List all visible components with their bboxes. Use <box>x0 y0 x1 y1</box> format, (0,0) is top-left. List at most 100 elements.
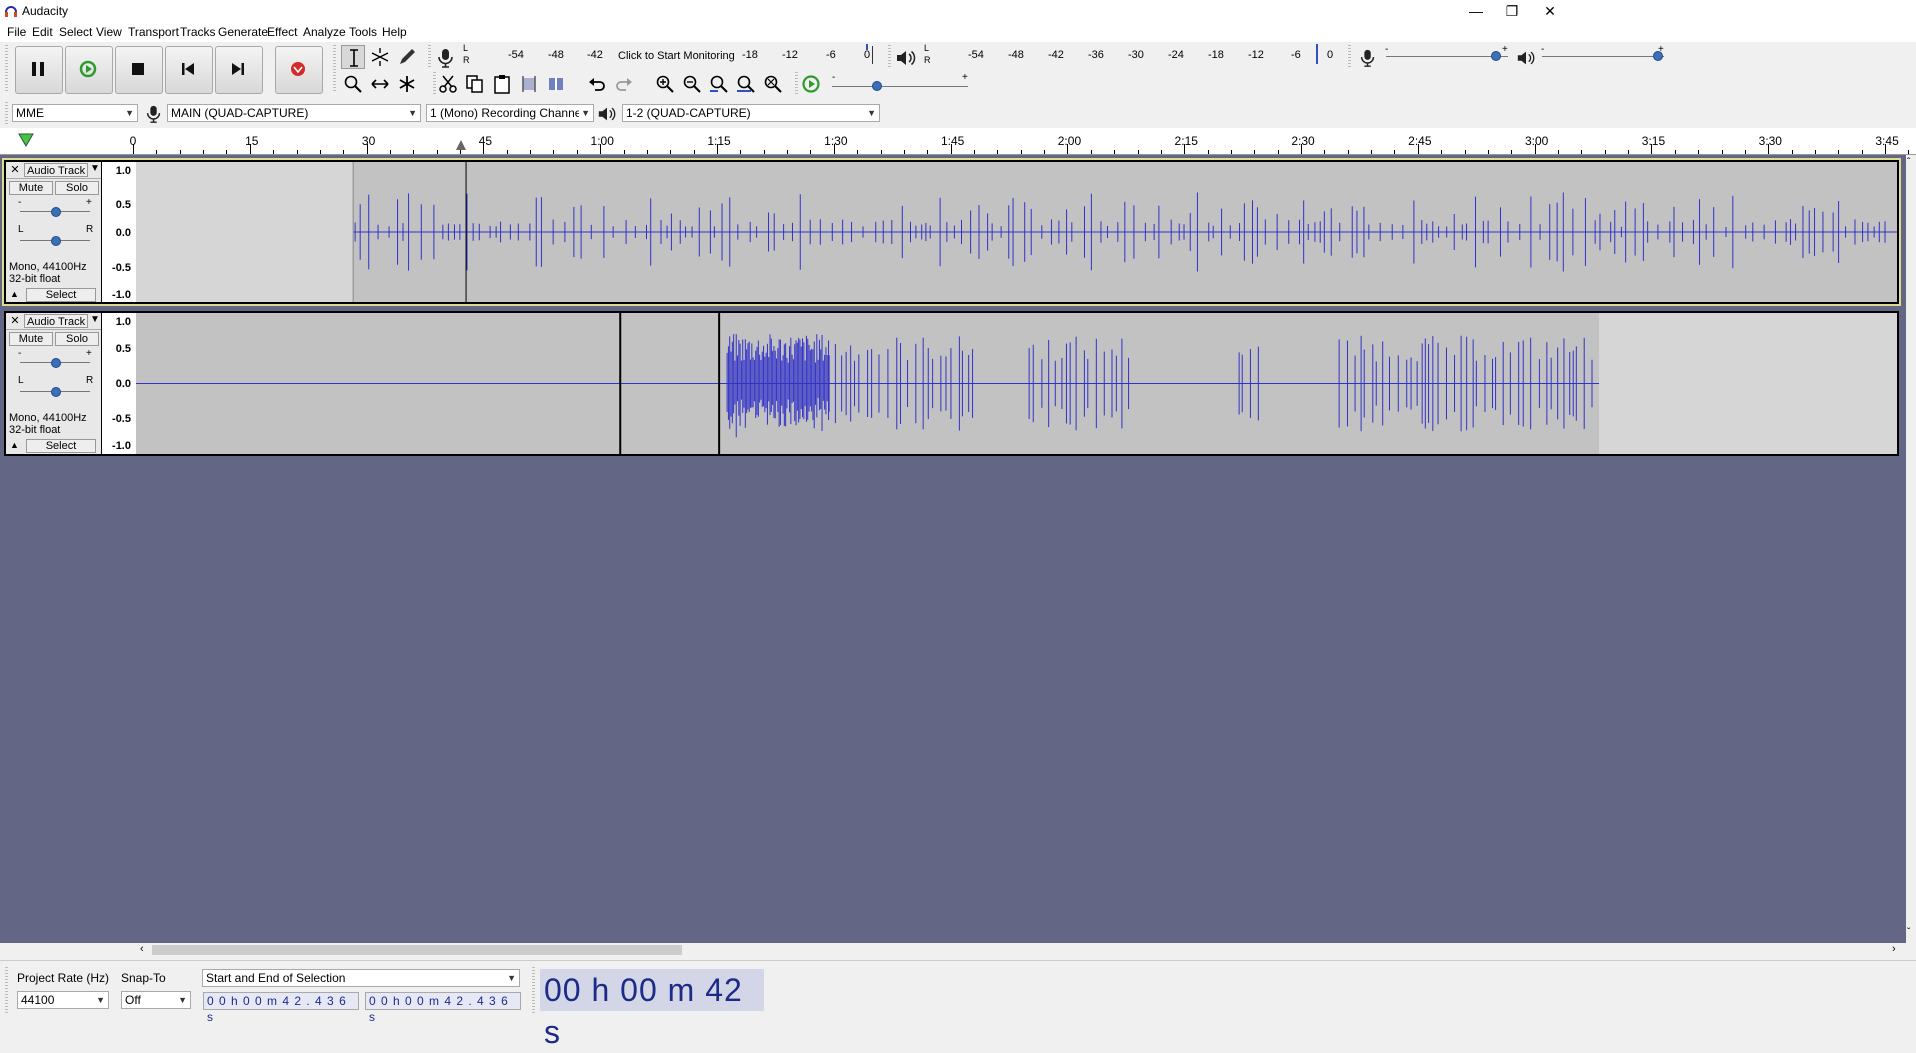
slider-thumb[interactable] <box>1652 51 1663 61</box>
close-window-button[interactable]: ✕ <box>1528 0 1572 22</box>
menu-generate[interactable]: Generate <box>218 25 268 39</box>
recording-device-select[interactable]: MAIN (QUAD-CAPTURE) ▼ <box>167 104 421 122</box>
toolbar-grip[interactable] <box>888 45 891 67</box>
copy-button[interactable] <box>463 72 487 96</box>
recording-channels-select[interactable]: 1 (Mono) Recording Channels ▼ <box>426 104 594 122</box>
toolbar-grip[interactable] <box>428 45 431 67</box>
timeline-ruler[interactable]: 0 15 30 45 1:00 1:15 1:30 1:45 2:00 2:15 2:30 2:45 3… <box>0 128 1916 155</box>
toolbar-grip[interactable] <box>795 72 798 94</box>
menu-edit[interactable]: Edit <box>32 25 53 39</box>
zoom-toggle-button[interactable] <box>761 72 785 96</box>
selection-mode-select[interactable]: Start and End of Selection ▼ <box>202 969 520 987</box>
mute-button[interactable]: Mute <box>9 181 53 195</box>
gain-slider-thumb[interactable] <box>51 207 61 217</box>
horizontal-scrollbar[interactable]: ‹ › <box>130 943 1906 957</box>
microphone-icon[interactable] <box>435 48 457 68</box>
menu-select[interactable]: Select <box>59 25 92 39</box>
play-peak-marker <box>1316 44 1318 64</box>
playback-volume-slider[interactable]: - + <box>1540 44 1668 66</box>
waveform-display[interactable] <box>136 313 1897 454</box>
slider-thumb[interactable] <box>871 81 882 91</box>
menu-view[interactable]: View <box>96 25 122 39</box>
undo-button[interactable] <box>585 72 609 96</box>
scroll-left-icon[interactable]: ‹ <box>140 943 144 955</box>
menu-file[interactable]: File <box>7 25 26 39</box>
toolbar-grip[interactable] <box>5 967 8 1013</box>
zoom-out-button[interactable] <box>680 72 704 96</box>
pan-slider-thumb[interactable] <box>51 387 61 397</box>
selection-start-time[interactable]: 0 0 h 0 0 m 4 2 . 4 3 6 s <box>203 992 359 1024</box>
play-button[interactable] <box>65 46 113 94</box>
fit-project-button[interactable] <box>734 72 758 96</box>
draw-tool[interactable] <box>395 45 419 69</box>
redo-button[interactable] <box>612 72 636 96</box>
stop-button[interactable] <box>115 46 163 94</box>
menu-tracks[interactable]: Tracks <box>180 25 216 39</box>
speaker-icon[interactable] <box>895 48 917 68</box>
menu-transport[interactable]: Transport <box>128 25 179 39</box>
track-area[interactable]: ✕ Audio Track ▼ Mute Solo - + L R Mono, … <box>0 155 1906 943</box>
play-at-speed-button[interactable] <box>799 72 823 96</box>
envelope-tool[interactable] <box>368 45 392 69</box>
scroll-right-icon[interactable]: › <box>1892 943 1896 955</box>
multi-tool[interactable] <box>395 72 419 96</box>
playback-meter[interactable]: -54 -48 -42 -36 -30 -24 -18 -12 -6 0 <box>931 44 1337 66</box>
scroll-down-icon[interactable]: ˇ <box>1907 927 1910 938</box>
close-track-icon[interactable]: ✕ <box>8 314 22 328</box>
mute-button[interactable]: Mute <box>9 332 53 346</box>
solo-button[interactable]: Solo <box>55 332 99 346</box>
track-name-button[interactable]: Audio Track <box>24 163 88 177</box>
time-shift-tool[interactable] <box>368 72 392 96</box>
scroll-up-icon[interactable]: ˆ <box>1907 157 1910 168</box>
track-menu-icon[interactable]: ▼ <box>90 163 100 174</box>
pause-button[interactable] <box>15 46 63 94</box>
play-at-speed-slider[interactable]: - + <box>830 72 972 94</box>
close-track-icon[interactable]: ✕ <box>8 163 22 177</box>
scrollbar-thumb[interactable] <box>152 945 682 955</box>
menu-effect[interactable]: Effect <box>267 25 297 39</box>
collapse-track-icon[interactable]: ▲ <box>10 440 19 450</box>
selection-end-time[interactable]: 0 0 h 0 0 m 4 2 . 4 3 6 s <box>365 992 521 1024</box>
cut-button[interactable] <box>436 72 460 96</box>
track-menu-icon[interactable]: ▼ <box>90 314 100 325</box>
pan-slider-thumb[interactable] <box>51 236 61 246</box>
slider-thumb[interactable] <box>1490 51 1501 61</box>
recording-meter[interactable]: -54 -48 -42 Click to Start Monitoring -1… <box>470 44 878 66</box>
trim-audio-button[interactable] <box>517 72 541 96</box>
toolbar-grip[interactable] <box>5 102 8 124</box>
gain-slider-thumb[interactable] <box>51 358 61 368</box>
track-name-button[interactable]: Audio Track <box>24 314 88 328</box>
toolbar-grip[interactable] <box>333 45 336 93</box>
skip-to-start-button[interactable] <box>165 46 213 94</box>
audio-track[interactable]: ✕ Audio Track ▼ Mute Solo - + L R Mono, … <box>4 311 1899 456</box>
waveform-display[interactable] <box>136 162 1897 302</box>
collapse-track-icon[interactable]: ▲ <box>10 289 19 299</box>
solo-button[interactable]: Solo <box>55 181 99 195</box>
menu-help[interactable]: Help <box>382 25 407 39</box>
audio-position-display[interactable]: 00 h 00 m 42 s <box>540 969 764 1050</box>
paste-button[interactable] <box>490 72 514 96</box>
play-head-triangle-icon[interactable] <box>18 133 34 147</box>
zoom-in-button[interactable] <box>653 72 677 96</box>
audio-host-select[interactable]: MME ▼ <box>12 104 138 122</box>
zoom-tool[interactable] <box>341 72 365 96</box>
playback-device-select[interactable]: 1-2 (QUAD-CAPTURE) ▼ <box>622 104 880 122</box>
vertical-scrollbar[interactable]: ˆ ˇ <box>1906 155 1916 943</box>
selection-tool[interactable] <box>341 45 365 69</box>
silence-audio-button[interactable] <box>544 72 568 96</box>
fit-selection-button[interactable] <box>707 72 731 96</box>
playback-position-marker[interactable] <box>456 140 467 150</box>
recording-volume-slider[interactable]: - + <box>1384 44 1512 66</box>
toolbar-grip[interactable] <box>5 45 8 93</box>
select-track-button[interactable]: Select <box>26 439 96 453</box>
snap-to-select[interactable]: Off ▼ <box>121 991 191 1009</box>
skip-to-end-button[interactable] <box>215 46 263 94</box>
toolbar-grip[interactable] <box>532 967 535 1013</box>
menu-analyze[interactable]: Analyze <box>303 25 346 39</box>
audio-track[interactable]: ✕ Audio Track ▼ Mute Solo - + L R Mono, … <box>2 158 1901 306</box>
menu-tools[interactable]: Tools <box>349 25 377 39</box>
record-button[interactable] <box>275 46 323 94</box>
toolbar-grip[interactable] <box>1348 45 1351 67</box>
project-rate-select[interactable]: 44100 ▼ <box>17 991 109 1009</box>
select-track-button[interactable]: Select <box>26 288 96 302</box>
